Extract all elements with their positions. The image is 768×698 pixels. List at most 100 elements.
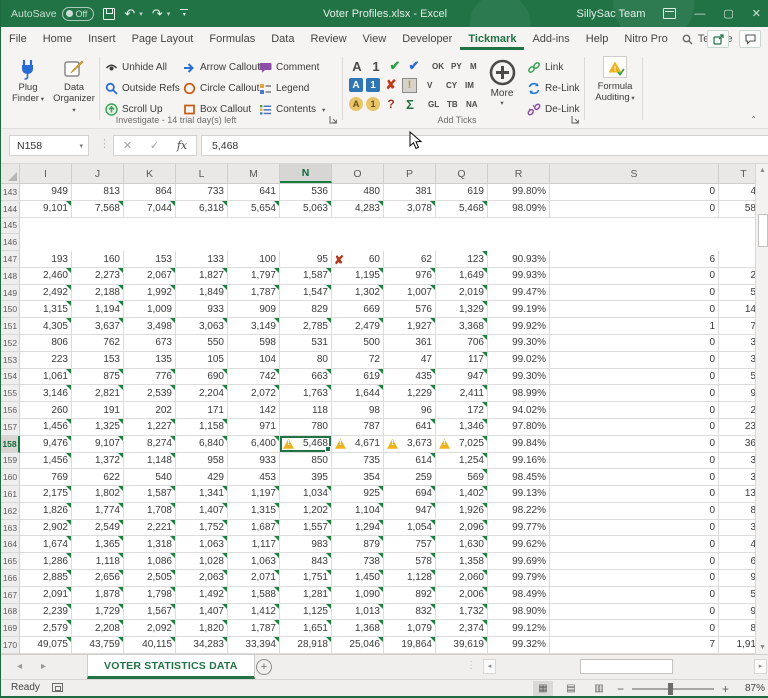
grid-cell[interactable]: 1,407: [176, 503, 228, 520]
grid-cell[interactable]: 3,063: [176, 318, 228, 335]
grid-cell[interactable]: 0: [550, 587, 719, 604]
grid-cell[interactable]: 6: [550, 251, 719, 268]
grid-cell[interactable]: 0: [550, 268, 719, 285]
grid-cell[interactable]: 1,450: [332, 570, 384, 587]
grid-cell[interactable]: 98.90%: [488, 604, 550, 621]
row-header-144[interactable]: 144: [1, 201, 20, 218]
row-header-155[interactable]: 155: [1, 385, 20, 402]
grid-cell[interactable]: 1,826: [20, 503, 72, 520]
grid-cell[interactable]: 2,175: [20, 486, 72, 503]
grid-cell[interactable]: 925: [332, 486, 384, 503]
grid-cell[interactable]: 99.69%: [488, 553, 550, 570]
grid-cell[interactable]: 105: [176, 352, 228, 369]
tick-exclamation-hovered[interactable]: !: [402, 78, 417, 93]
grid-cell[interactable]: 99.92%: [488, 318, 550, 335]
row-header-162[interactable]: 162: [1, 503, 20, 520]
grid-cell[interactable]: 40,115: [124, 637, 176, 654]
undo-button[interactable]: ↶: [124, 7, 135, 20]
grid-cell[interactable]: 1,034: [280, 486, 332, 503]
tick-text-gl[interactable]: GL: [428, 100, 444, 109]
tick-text-cy[interactable]: CY: [446, 81, 462, 90]
grid-cell[interactable]: 2,549: [72, 520, 124, 537]
grid-cell[interactable]: 98.99%: [488, 385, 550, 402]
grid-cell[interactable]: 3,498: [124, 318, 176, 335]
grid-cell[interactable]: 223: [20, 352, 72, 369]
grid-cell[interactable]: 99.19%: [488, 301, 550, 318]
column-header-o[interactable]: O: [332, 164, 384, 183]
grid-cell[interactable]: 395: [280, 469, 332, 486]
grid-cell[interactable]: 1,346: [436, 419, 488, 436]
grid-cell[interactable]: 1,557: [280, 520, 332, 537]
grid-cell[interactable]: 99.02%: [488, 352, 550, 369]
grid-cell[interactable]: 0: [550, 301, 719, 318]
circle-callout-button[interactable]: Circle Callout: [183, 79, 260, 98]
grid-cell[interactable]: 47: [384, 352, 436, 369]
column-header-m[interactable]: M: [228, 164, 280, 183]
row-header-156[interactable]: 156: [1, 402, 20, 419]
grid-cell[interactable]: 879: [332, 536, 384, 553]
grid-cell[interactable]: 9,476: [20, 436, 72, 453]
grid-cell[interactable]: [550, 234, 719, 251]
grid-cell[interactable]: 1,104: [332, 503, 384, 520]
ribbon-tab-home[interactable]: Home: [35, 29, 80, 50]
row-header-146[interactable]: 146: [1, 234, 20, 251]
save-icon[interactable]: [103, 8, 115, 20]
grid-cell[interactable]: 933: [228, 453, 280, 470]
grid-cell[interactable]: 531: [280, 335, 332, 352]
grid-cell[interactable]: 94.02%: [488, 402, 550, 419]
grid-cell[interactable]: 90.93%: [488, 251, 550, 268]
name-box-caret-icon[interactable]: ▾: [79, 142, 83, 150]
undo-caret-icon[interactable]: ▾: [139, 10, 143, 18]
grid-cell[interactable]: 1,158: [176, 419, 228, 436]
zoom-in-button[interactable]: +: [722, 682, 729, 696]
grid-cell[interactable]: 569: [436, 469, 488, 486]
tick-gold-a[interactable]: A: [349, 97, 363, 111]
column-header-k[interactable]: K: [124, 164, 176, 183]
grid-cell[interactable]: 706: [436, 335, 488, 352]
grid-cell[interactable]: 133: [176, 251, 228, 268]
grid-cell[interactable]: 80: [280, 352, 332, 369]
tick-letter-a[interactable]: A: [349, 58, 365, 74]
grid-cell[interactable]: [332, 234, 384, 251]
grid-cell[interactable]: 619: [436, 184, 488, 201]
grid-cell[interactable]: 3,673!: [384, 436, 436, 453]
row-header-143[interactable]: 143: [1, 184, 20, 201]
grid-cell[interactable]: 191: [72, 402, 124, 419]
grid-cell[interactable]: 1,286: [20, 553, 72, 570]
grid-cell[interactable]: 1,992: [124, 285, 176, 302]
grid-cell[interactable]: [20, 234, 72, 251]
grid-cell[interactable]: 43,759: [72, 637, 124, 654]
grid-cell[interactable]: 949: [20, 184, 72, 201]
grid-cell[interactable]: 669: [332, 301, 384, 318]
grid-cell[interactable]: 2,096: [436, 520, 488, 537]
grid-cell[interactable]: 28,918: [280, 637, 332, 654]
grid-cell[interactable]: 135: [124, 352, 176, 369]
grid-cell[interactable]: [280, 218, 332, 235]
grid-cell[interactable]: 7,044: [124, 201, 176, 218]
grid-cell[interactable]: 1,798: [124, 587, 176, 604]
grid-cell[interactable]: 1,329: [436, 301, 488, 318]
grid-cell[interactable]: [332, 218, 384, 235]
scroll-down-arrow-icon[interactable]: ▼: [756, 644, 768, 651]
grid-cell[interactable]: 1,194: [72, 301, 124, 318]
row-header-158[interactable]: 158: [1, 436, 20, 453]
grid-cell[interactable]: 118: [280, 402, 332, 419]
outside-refs-button[interactable]: Outside Refs: [105, 79, 180, 98]
grid-cell[interactable]: [124, 218, 176, 235]
scroll-up-arrow-icon[interactable]: ▲: [756, 167, 768, 174]
grid-cell[interactable]: 1,315: [20, 301, 72, 318]
grid-cell[interactable]: 1,063: [228, 553, 280, 570]
grid-cell[interactable]: 2,072: [228, 385, 280, 402]
grid-cell[interactable]: 3,149: [228, 318, 280, 335]
grid-cell[interactable]: 1,007: [384, 285, 436, 302]
grid-cell[interactable]: 1,407: [176, 604, 228, 621]
row-header-150[interactable]: 150: [1, 301, 20, 318]
grid-cell[interactable]: 622: [72, 469, 124, 486]
ribbon-tab-formulas[interactable]: Formulas: [201, 29, 263, 50]
grid-cell[interactable]: 1,644: [332, 385, 384, 402]
row-header-166[interactable]: 166: [1, 570, 20, 587]
grid-cell[interactable]: 6,400: [228, 436, 280, 453]
grid-cell[interactable]: 0: [550, 520, 719, 537]
formula-auditing-button[interactable]: ! Formula Auditing: [589, 56, 641, 104]
grid-cell[interactable]: 1,849: [176, 285, 228, 302]
